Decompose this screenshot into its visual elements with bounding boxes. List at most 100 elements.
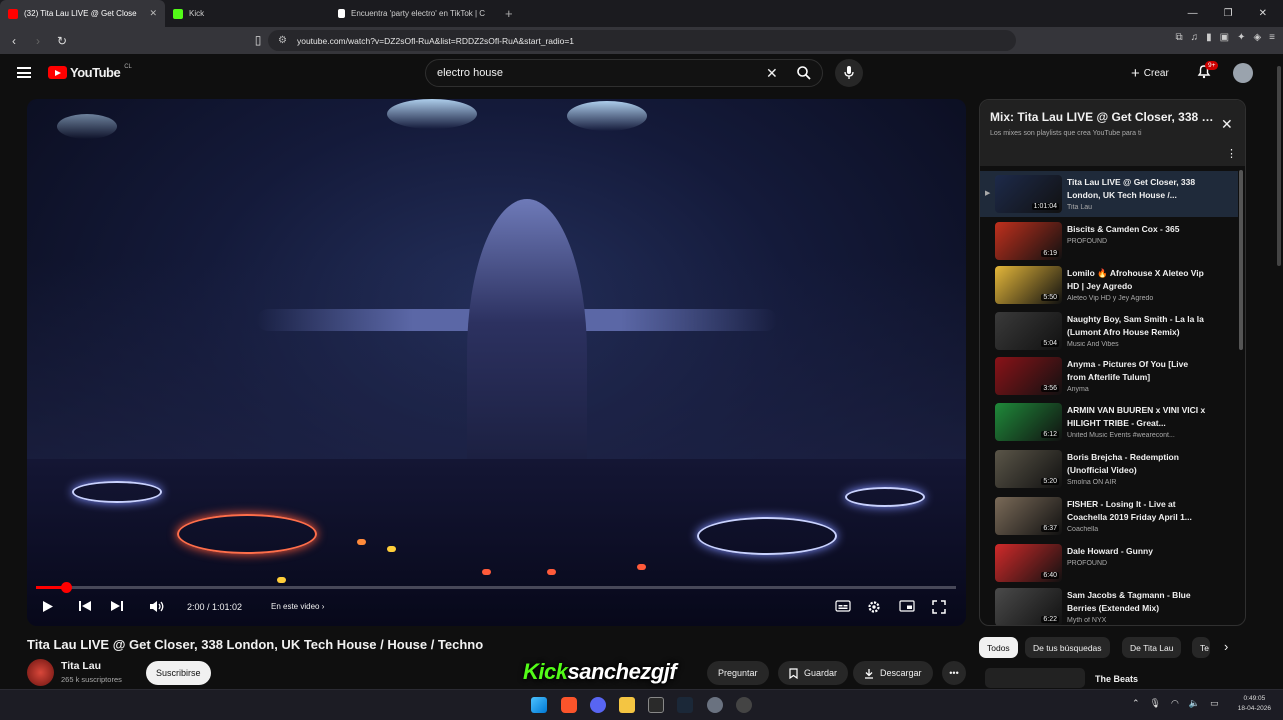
address-bar[interactable]: ⚙ youtube.com/watch?v=DZ2sOfl-RuA&list=R… [268,30,1016,51]
chip-te[interactable]: Te [1192,637,1210,658]
playlist-item-title[interactable]: Boris Brejcha - Redemption (Unofficial V… [1067,451,1207,476]
related-video-thumbnail[interactable] [985,668,1085,688]
save-button[interactable]: Guardar [778,661,849,685]
channel-name[interactable]: Tita Lau [61,660,101,672]
close-window-icon[interactable]: ✕ [1259,8,1267,19]
chapters-button[interactable]: En este video › [271,602,324,611]
extensions-icon[interactable]: ⧉ [1175,32,1182,43]
file-explorer-icon[interactable] [619,697,635,713]
steam-icon[interactable] [677,697,693,713]
playlist-item-title[interactable]: Tita Lau LIVE @ Get Closer, 338 London, … [1067,176,1207,201]
chip-todos[interactable]: Todos [979,637,1018,658]
playlist-thumbnail[interactable]: 5:20 [995,450,1062,488]
playlist-item[interactable]: 6:40 Dale Howard - Gunny PROFOUND [980,540,1238,586]
maximize-icon[interactable]: ❐ [1224,8,1233,19]
brave-browser-icon[interactable] [561,697,577,713]
playlist-thumbnail[interactable]: 6:40 [995,544,1062,582]
playlist-thumbnail[interactable]: 5:04 [995,312,1062,350]
tab-kick[interactable]: Kick [165,0,330,27]
previous-icon[interactable] [78,600,92,612]
playlist-item[interactable]: 5:04 Naughty Boy, Sam Smith - La la la (L… [980,308,1238,354]
new-tab-button[interactable]: + [505,6,513,21]
playlist-item[interactable]: 6:37 FISHER - Losing It - Live at Coachel… [980,493,1238,539]
site-info-icon[interactable]: ⚙ [278,35,287,46]
epic-games-icon[interactable] [648,697,664,713]
playlist-item[interactable]: 6:22 Sam Jacobs & Tagmann - Blue Berries … [980,584,1238,625]
leo-icon[interactable]: ✦ [1237,32,1245,43]
playlist-title[interactable]: Mix: Tita Lau LIVE @ Get Closer, 338 Lon… [990,110,1214,124]
clock[interactable]: 0:49:05 18-04-2026 [1238,694,1271,714]
search-input[interactable]: electro house [437,67,503,79]
page-scroll-thumb[interactable] [1277,66,1281,266]
progress-bar[interactable] [36,582,956,593]
play-icon[interactable] [42,600,54,613]
chips-next-icon[interactable]: › [1224,639,1228,654]
ask-button[interactable]: Preguntar [707,661,769,685]
bookmark-icon[interactable]: ▯ [248,33,268,47]
playlist-item-title[interactable]: Anyma - Pictures Of You [Live from After… [1067,358,1207,383]
sidebar-icon[interactable]: ▮ [1206,32,1212,43]
playlist-item-title[interactable]: Dale Howard - Gunny [1067,545,1207,558]
playlist-scrollbar[interactable] [1239,170,1243,350]
vpn-icon[interactable]: ◈ [1253,32,1261,43]
playlist-item-title[interactable]: Lomilo 🔥 Afrohouse X Aleteo Vip HD | Jey… [1067,267,1207,292]
next-icon[interactable] [110,600,124,612]
playlist-thumbnail[interactable]: 6:37 [995,497,1062,535]
create-button[interactable]: + Crear [1131,65,1169,82]
download-button[interactable]: Descargar [853,661,933,685]
windows-start-icon[interactable] [531,697,547,713]
back-icon[interactable]: ‹ [4,34,24,48]
playlist-item-title[interactable]: FISHER - Losing It - Live at Coachella 2… [1067,498,1207,523]
media-icon[interactable]: ♫ [1191,32,1199,43]
settings-app-icon[interactable] [707,697,723,713]
playlist-thumbnail[interactable]: 1:01:04 [995,175,1062,213]
playlist-item[interactable]: ▶ 1:01:04 Tita Lau LIVE @ Get Closer, 338 … [980,171,1238,217]
miniplayer-icon[interactable] [899,600,915,612]
playlist-item-title[interactable]: ARMIN VAN BUUREN x VINI VICI x HILIGHT T… [1067,404,1207,429]
search-box[interactable]: electro house ✕ [425,59,823,87]
playlist-menu-icon[interactable]: ⋮ [1226,147,1237,160]
tab-tiktok[interactable]: Encuentra 'party electro' en TikTok | C [330,0,495,27]
close-tab-icon[interactable]: ✕ [149,8,157,19]
playlist-thumbnail[interactable]: 3:56 [995,357,1062,395]
playlist-thumbnail[interactable]: 6:22 [995,588,1062,625]
playlist-thumbnail[interactable]: 6:12 [995,403,1062,441]
search-icon[interactable] [796,65,812,81]
wifi-icon[interactable]: ◠ [1171,698,1179,709]
playlist-item-title[interactable]: Naughty Boy, Sam Smith - La la la (Lumon… [1067,313,1207,338]
related-video-title[interactable]: The Beats [1095,674,1138,684]
tab-youtube[interactable]: (32) Tita Lau LIVE @ Get Close ✕ [0,0,165,27]
discord-icon[interactable] [590,697,606,713]
more-actions-button[interactable]: ••• [942,661,966,685]
chip-de-tus-busquedas[interactable]: De tus búsquedas [1025,637,1110,658]
browser-menu-icon[interactable]: ≡ [1269,32,1275,43]
app-icon[interactable] [736,697,752,713]
playlist-item[interactable]: 3:56 Anyma - Pictures Of You [Live from A… [980,353,1238,399]
playlist-item[interactable]: 6:12 ARMIN VAN BUUREN x VINI VICI x HILIG… [980,399,1238,445]
page-scrollbar[interactable] [1275,54,1283,689]
volume-icon[interactable] [149,600,165,613]
voice-search-button[interactable] [835,59,863,87]
hamburger-menu-icon[interactable] [17,67,31,78]
tray-chevron-icon[interactable]: ⌃ [1132,698,1140,709]
wallet-icon[interactable]: ▣ [1220,32,1229,43]
playlist-thumbnail[interactable]: 6:19 [995,222,1062,260]
fullscreen-icon[interactable] [932,600,946,614]
close-playlist-icon[interactable]: ✕ [1221,116,1233,133]
playlist-thumbnail[interactable]: 5:50 [995,266,1062,304]
reload-icon[interactable]: ↻ [52,34,72,48]
speaker-icon[interactable]: 🔈 [1189,698,1200,709]
settings-gear-icon[interactable] [867,600,881,614]
playlist-item-title[interactable]: Biscits & Camden Cox - 365 [1067,223,1207,236]
subscribe-button[interactable]: Suscribirse [146,661,211,685]
forward-icon[interactable]: › [28,34,48,48]
playlist-item[interactable]: 6:19 Biscits & Camden Cox - 365 PROFOUND [980,218,1238,264]
video-player[interactable]: 2:00 / 1:01:02 En este video › [27,99,966,626]
microphone-tray-icon[interactable]: 🎙 [1150,698,1161,709]
notifications-button[interactable]: 9+ [1197,61,1219,84]
channel-avatar[interactable] [27,659,54,686]
chip-de-tita-lau[interactable]: De Tita Lau [1122,637,1182,658]
youtube-logo[interactable]: YouTube CL [48,64,132,80]
clear-search-icon[interactable]: ✕ [766,65,778,82]
subtitles-icon[interactable] [835,600,851,612]
